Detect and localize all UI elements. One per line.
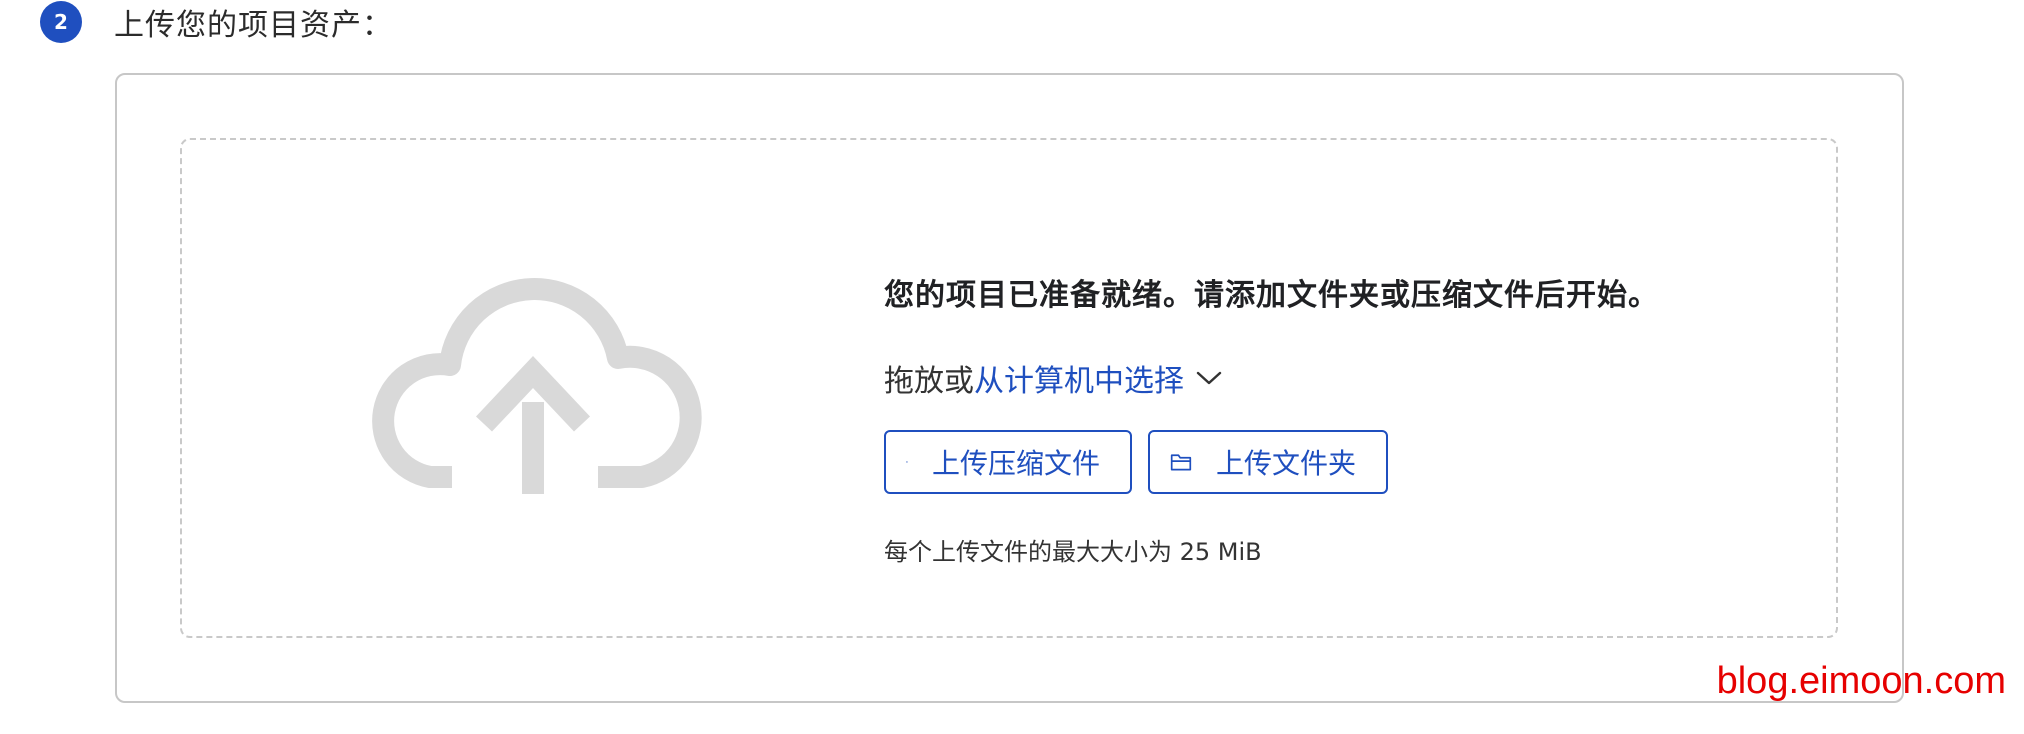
chevron-down-icon[interactable]	[1196, 370, 1222, 386]
step-number-badge: 2	[40, 1, 82, 43]
step-title: 上传您的项目资产：	[114, 8, 393, 43]
document-icon	[906, 461, 908, 463]
upload-folder-label: 上传文件夹	[1215, 447, 1356, 480]
folder-icon	[1170, 454, 1192, 471]
upload-folder-button[interactable]: 上传文件夹	[1148, 430, 1388, 494]
upload-page: 2 上传您的项目资产： 您的项目已准备就绪。请添加文件夹或压缩文件后开始。 拖放…	[0, 0, 2024, 734]
upload-button-row: 上传压缩文件 上传文件夹	[884, 430, 1684, 494]
step-header: 2 上传您的项目资产：	[40, 1, 393, 43]
choose-from-computer-link[interactable]: 从计算机中选择	[974, 356, 1184, 400]
max-size-note: 每个上传文件的最大大小为 25 MiB	[884, 538, 1262, 566]
ready-message: 您的项目已准备就绪。请添加文件夹或压缩文件后开始。	[884, 278, 1659, 313]
upload-zip-label: 上传压缩文件	[931, 447, 1100, 480]
choose-line: 拖放或 从计算机中选择	[884, 356, 1684, 400]
watermark: blog.eimoon.com	[1716, 660, 2006, 702]
upload-zip-button[interactable]: 上传压缩文件	[884, 430, 1132, 494]
cloud-upload-icon	[372, 278, 702, 494]
drag-drop-label: 拖放或	[884, 364, 974, 399]
drop-content: 您的项目已准备就绪。请添加文件夹或压缩文件后开始。 拖放或 从计算机中选择 上传…	[884, 270, 1684, 567]
